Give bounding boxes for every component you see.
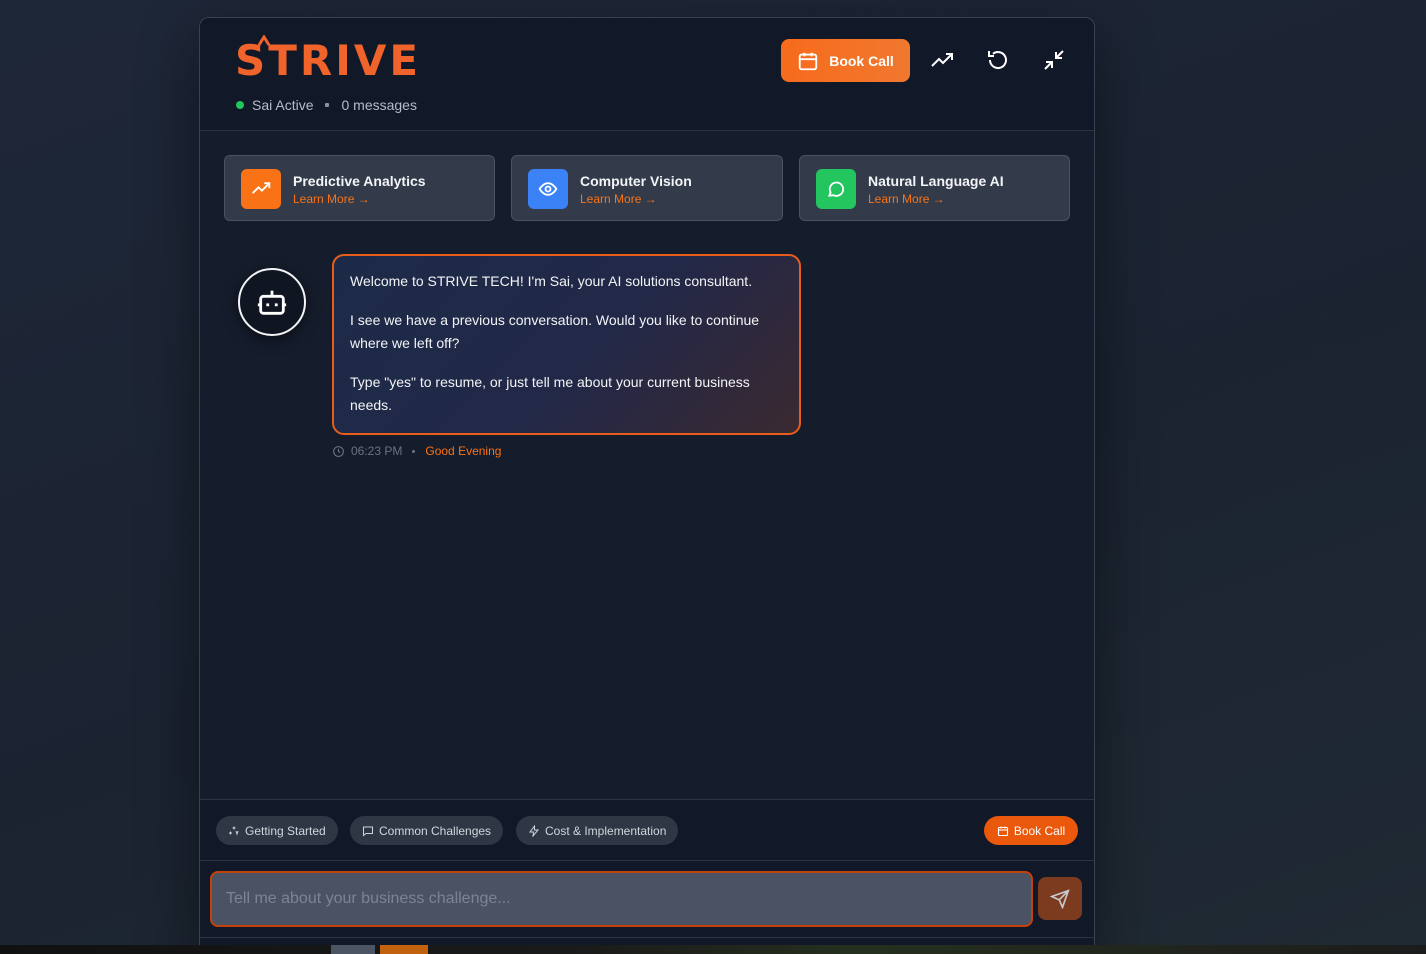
composer [200,861,1094,954]
message-meta: 06:23 PM Good Evening [332,444,501,458]
message-square-icon [363,826,373,837]
trending-up-icon [241,169,281,209]
message-text: Welcome to STRIVE TECH! I'm Sai, your AI… [350,273,753,289]
status-row: Sai Active 0 messages [236,97,417,113]
message-text: I see we have a previous conversation. W… [350,312,760,351]
chat-panel: STRIVE Sai Active 0 messages Book Call P… [199,17,1095,954]
chat-icon [816,169,856,209]
strive-logo: STRIVE [235,35,421,77]
svg-text:STRIVE: STRIVE [235,36,421,77]
service-card-predictive-analytics[interactable]: Predictive Analytics Learn More → [224,155,495,221]
chip-label: Getting Started [245,823,326,838]
greeting-label: Good Evening [425,444,502,458]
send-button[interactable] [1038,877,1082,920]
chip-book-call-button[interactable]: Book Call [984,816,1078,845]
zap-icon [529,824,540,837]
book-call-button[interactable]: Book Call [781,39,910,82]
message-count: 0 messages [341,97,417,113]
service-card-computer-vision[interactable]: Computer Vision Learn More → [511,155,783,221]
taskbar-item[interactable] [331,945,375,954]
online-indicator [236,101,244,109]
learn-more-link[interactable]: Learn More → [293,192,370,206]
learn-more-link[interactable]: Learn More → [868,192,945,206]
message-text: Type "yes" to resume, or just tell me ab… [350,374,750,413]
service-card-natural-language-ai[interactable]: Natural Language AI Learn More → [799,155,1070,221]
bot-avatar [238,268,306,336]
chip-label: Cost & Implementation [545,823,667,838]
calendar-icon [799,52,818,70]
chip-label: Book Call [1013,823,1066,838]
chip-getting-started[interactable]: Getting Started [216,816,338,845]
chat-header: STRIVE Sai Active 0 messages Book Call [200,18,1094,131]
send-icon [1050,888,1070,909]
taskbar [0,945,1426,954]
quick-actions-bar: Getting Started Common Challenges Cost &… [200,799,1094,861]
divider [200,937,1094,938]
status-label: Sai Active [252,97,314,113]
chip-cost-implementation[interactable]: Cost & Implementation [516,816,679,845]
refresh-icon[interactable] [986,48,1010,72]
chip-label: Common Challenges [379,823,492,838]
separator [412,449,416,453]
clock-icon [333,445,344,457]
chip-common-challenges[interactable]: Common Challenges [350,816,504,845]
calendar-icon [997,826,1008,836]
message-input[interactable] [210,871,1033,927]
robot-icon [257,290,287,315]
service-title: Computer Vision [580,173,692,189]
learn-more-link[interactable]: Learn More → [580,192,657,206]
message-time: 06:23 PM [351,444,403,458]
taskbar-item-active[interactable] [380,945,428,954]
eye-icon [528,169,568,209]
bot-message-bubble: Welcome to STRIVE TECH! I'm Sai, your AI… [332,254,801,435]
book-call-label: Book Call [829,52,894,69]
separator [325,103,330,107]
trending-up-icon[interactable] [930,48,954,72]
sparkles-icon [229,826,239,836]
minimize-icon[interactable] [1042,48,1066,72]
service-title: Predictive Analytics [293,173,426,189]
service-title: Natural Language AI [868,173,1004,189]
